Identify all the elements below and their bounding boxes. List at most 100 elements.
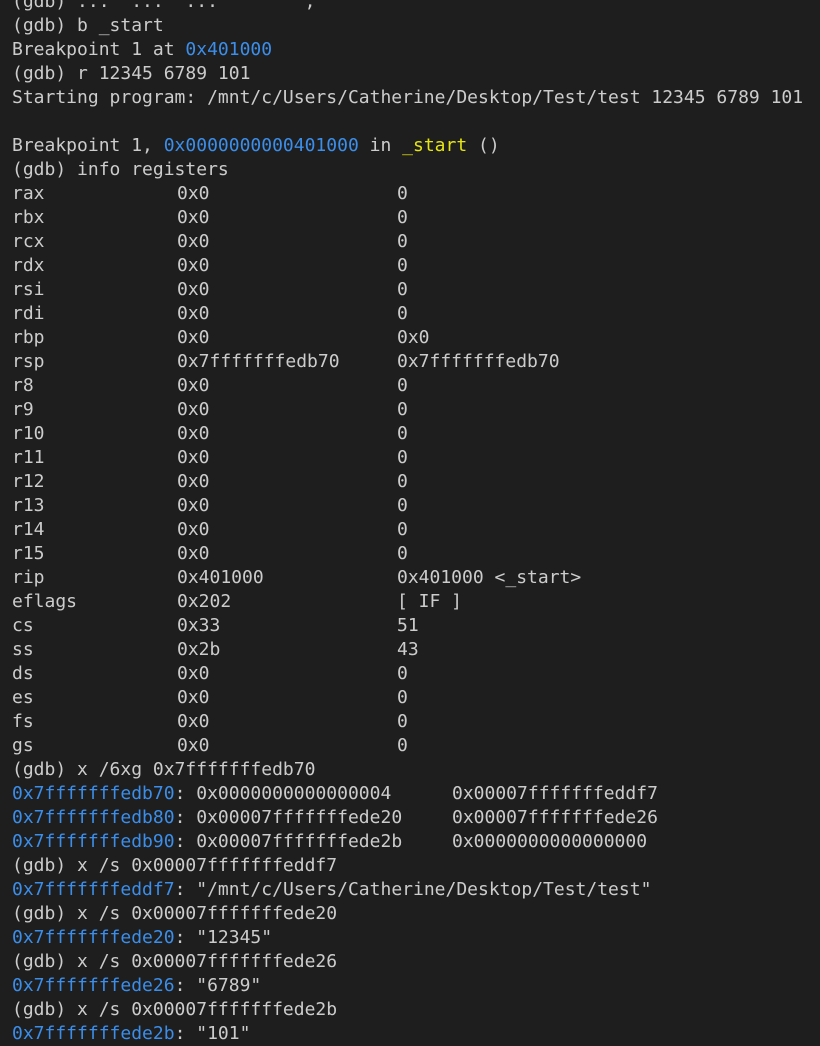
register-natural-value: 0 xyxy=(397,183,408,204)
register-hex-value: 0x0 xyxy=(177,423,210,444)
command-examine-string: (gdb) x /s 0x00007fffffffede2b xyxy=(12,999,338,1020)
register-hex-value: 0x401000 xyxy=(177,567,264,588)
register-hex-value: 0x0 xyxy=(177,183,210,204)
register-natural-value: 0 xyxy=(397,231,408,252)
register-hex-value: 0x0 xyxy=(177,303,210,324)
register-hex-value: 0x0 xyxy=(177,495,210,516)
register-row: rbx 0x0 0 xyxy=(12,206,820,230)
register-natural-value: 0x401000 <_start> xyxy=(397,567,582,588)
register-hex-value: 0x0 xyxy=(177,471,210,492)
string-value: "/mnt/c/Users/Catherine/Desktop/Test/tes… xyxy=(196,879,652,900)
register-row: rdi 0x0 0 xyxy=(12,302,820,326)
register-natural-value: 0 xyxy=(397,519,408,540)
register-row: rdx 0x0 0 xyxy=(12,254,820,278)
register-natural-value: 0 xyxy=(397,663,408,684)
register-row: eflags 0x202 [ IF ] xyxy=(12,590,820,614)
register-natural-value: 0 xyxy=(397,207,408,228)
register-name: rsi xyxy=(12,279,45,300)
command-break: (gdb) b _start xyxy=(12,15,164,36)
register-natural-value: 0 xyxy=(397,303,408,324)
register-row: rip 0x401000 0x401000 <_start> xyxy=(12,566,820,590)
register-name: r10 xyxy=(12,423,45,444)
memory-colon: : xyxy=(174,807,197,828)
string-value: "12345" xyxy=(196,927,273,948)
register-hex-value: 0x33 xyxy=(177,615,221,636)
register-row: ss 0x2b 43 xyxy=(12,638,820,662)
register-row: es 0x0 0 xyxy=(12,686,820,710)
register-name: rdi xyxy=(12,303,45,324)
string-dumps: (gdb) x /s 0x00007fffffffeddf7 0x7fffffff… xyxy=(12,854,820,1046)
command-examine-stack: (gdb) x /6xg 0x7fffffffedb70 xyxy=(12,759,316,780)
register-natural-value: 0 xyxy=(397,423,408,444)
register-hex-value: 0x0 xyxy=(177,447,210,468)
register-name: ds xyxy=(12,663,34,684)
register-hex-value: 0x0 xyxy=(177,279,210,300)
register-hex-value: 0x0 xyxy=(177,687,210,708)
string-colon: : xyxy=(174,879,197,900)
register-natural-value: 0 xyxy=(397,399,408,420)
register-row: r12 0x0 0 xyxy=(12,470,820,494)
string-address: 0x7fffffffeddf7 xyxy=(12,879,175,900)
string-colon: : xyxy=(174,1023,197,1044)
register-name: r15 xyxy=(12,543,45,564)
register-hex-value: 0x0 xyxy=(177,543,210,564)
register-row: r8 0x0 0 xyxy=(12,374,820,398)
string-result-line: 0x7fffffffede26: "6789" xyxy=(12,974,820,998)
memory-value: 0x00007fffffffede26 xyxy=(452,807,658,828)
register-row: rbp 0x0 0x0 xyxy=(12,326,820,350)
string-value: "101" xyxy=(196,1023,251,1044)
register-row: rsi 0x0 0 xyxy=(12,278,820,302)
command-examine-string: (gdb) x /s 0x00007fffffffede20 xyxy=(12,903,338,924)
string-address: 0x7fffffffede26 xyxy=(12,975,175,996)
string-value: "6789" xyxy=(196,975,262,996)
breakpoint-hit-address: 0x0000000000401000 xyxy=(163,135,359,156)
register-name: eflags xyxy=(12,591,78,612)
string-address: 0x7fffffffede20 xyxy=(12,927,175,948)
register-name: gs xyxy=(12,735,34,756)
register-natural-value: 51 xyxy=(397,615,419,636)
memory-value: 0x00007fffffffede20 xyxy=(196,807,403,828)
string-result-line: 0x7fffffffede2b: "101" xyxy=(12,1022,820,1046)
register-natural-value: 0 xyxy=(397,447,408,468)
memory-address: 0x7fffffffedb70 xyxy=(12,783,175,804)
register-name: r14 xyxy=(12,519,45,540)
register-natural-value: 43 xyxy=(397,639,419,660)
register-natural-value: 0 xyxy=(397,255,408,276)
output-line-cut: (gdb) ... ... ... , xyxy=(12,0,316,12)
register-row: rcx 0x0 0 xyxy=(12,230,820,254)
register-natural-value: 0 xyxy=(397,279,408,300)
breakpoint-set-text: Breakpoint 1 at xyxy=(12,39,186,60)
breakpoint-hit-function: _start xyxy=(402,135,468,156)
register-row: r15 0x0 0 xyxy=(12,542,820,566)
register-name: r9 xyxy=(12,399,34,420)
register-name: rax xyxy=(12,183,45,204)
register-row: r9 0x0 0 xyxy=(12,398,820,422)
register-name: rip xyxy=(12,567,45,588)
registers-table: rax 0x0 0 rbx 0x0 0 rcx 0x0 0 rdx 0x0 0 rsi 0x0 0 rdi 0x… xyxy=(12,182,820,758)
memory-colon: : xyxy=(174,783,197,804)
register-name: cs xyxy=(12,615,34,636)
register-natural-value: 0 xyxy=(397,711,408,732)
register-hex-value: 0x0 xyxy=(177,327,210,348)
memory-row: 0x7fffffffedb80: 0x00007fffffffede20 0x00… xyxy=(12,806,820,830)
breakpoint-hit-line: Breakpoint 1, 0x0000000000401000 in _sta… xyxy=(12,134,820,158)
register-name: es xyxy=(12,687,34,708)
memory-value: 0x00007fffffffede2b xyxy=(196,831,403,852)
memory-row: 0x7fffffffedb70: 0x0000000000000004 0x000… xyxy=(12,782,820,806)
register-name: ss xyxy=(12,639,34,660)
breakpoint-address: 0x401000 xyxy=(185,39,273,60)
command-info-registers: (gdb) info registers xyxy=(12,159,229,180)
register-hex-value: 0x0 xyxy=(177,231,210,252)
register-hex-value: 0x7fffffffedb70 xyxy=(177,351,340,372)
register-natural-value: [ IF ] xyxy=(397,591,463,612)
register-hex-value: 0x0 xyxy=(177,207,210,228)
register-name: rcx xyxy=(12,231,45,252)
memory-value: 0x00007fffffffeddf7 xyxy=(452,783,658,804)
terminal-output[interactable]: (gdb) ... ... ... , (gdb) b _start Break… xyxy=(12,0,820,1046)
register-row: r11 0x0 0 xyxy=(12,446,820,470)
register-hex-value: 0x0 xyxy=(177,399,210,420)
register-name: fs xyxy=(12,711,34,732)
breakpoint-hit-suffix: () xyxy=(467,135,500,156)
register-natural-value: 0 xyxy=(397,495,408,516)
register-natural-value: 0 xyxy=(397,735,408,756)
